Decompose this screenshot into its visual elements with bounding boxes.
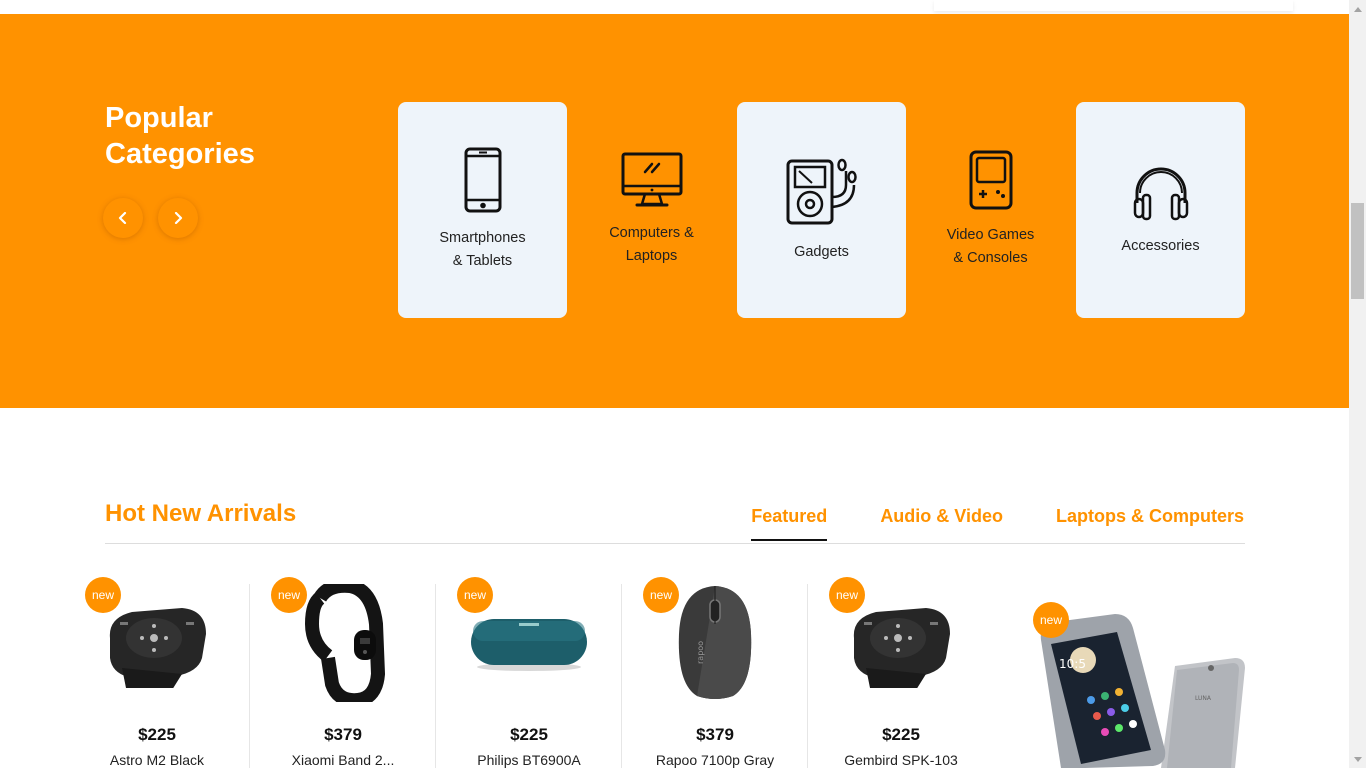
category-card-smartphones[interactable]: Smartphones & Tablets <box>398 102 567 318</box>
product-card[interactable]: new $225 Philips BT6900A <box>436 577 622 768</box>
new-badge: new <box>271 577 307 613</box>
headphones-icon <box>1133 167 1188 220</box>
featured-product[interactable]: new LUNA 10:5 <box>1025 600 1255 768</box>
product-price: $379 <box>696 725 734 744</box>
page: Popular Categories Smartphones & Tablets… <box>0 0 1366 768</box>
product-card[interactable]: new rapoo $379 Rapoo 7100p Gray <box>622 577 808 768</box>
svg-text:LUNA: LUNA <box>1195 695 1212 702</box>
chevron-right-icon <box>174 212 183 224</box>
prev-button[interactable] <box>103 198 143 238</box>
arrivals-tabs: Featured Audio & Video Laptops & Compute… <box>698 506 1244 541</box>
dropdown-panel-edge <box>934 0 1293 11</box>
category-label: Computers & Laptops <box>609 225 694 264</box>
svg-text:10:5: 10:5 <box>1059 657 1086 671</box>
category-label: Accessories <box>1121 237 1200 254</box>
product-price: $225 <box>882 725 920 744</box>
category-card-video-games[interactable]: Video Games & Consoles <box>906 102 1075 318</box>
product-name[interactable]: Philips BT6900A <box>436 752 622 768</box>
scroll-down-icon[interactable] <box>1349 751 1366 768</box>
product-price: $379 <box>324 725 362 744</box>
category-card-gadgets[interactable]: Gadgets <box>737 102 906 318</box>
product-name[interactable]: Rapoo 7100p Gray <box>622 752 808 768</box>
handheld-console-icon <box>969 150 1012 210</box>
svg-text:rapoo: rapoo <box>696 641 705 664</box>
product-name[interactable]: Xiaomi Band 2... <box>250 752 436 768</box>
category-card-accessories[interactable]: Accessories <box>1076 102 1245 318</box>
category-label: Video Games & Consoles <box>946 227 1035 266</box>
product-card[interactable]: new $225 Astro M2 Black <box>64 577 250 768</box>
tab-audio-video[interactable]: Audio & Video <box>880 506 1003 541</box>
new-badge: new <box>1033 602 1069 638</box>
product-name[interactable]: Astro M2 Black <box>64 752 250 768</box>
tabs-divider <box>105 543 1245 544</box>
product-price: $225 <box>510 725 548 744</box>
music-player-icon <box>786 158 857 224</box>
chevron-left-icon <box>118 212 127 224</box>
section-title: Popular Categories <box>105 102 255 170</box>
scroll-up-icon[interactable] <box>1349 0 1366 17</box>
scrollbar-track[interactable] <box>1349 0 1366 768</box>
new-badge: new <box>829 577 865 613</box>
new-badge: new <box>643 577 679 613</box>
tab-featured[interactable]: Featured <box>751 506 828 541</box>
product-card[interactable]: new $379 Xiaomi Band 2... <box>250 577 436 768</box>
monitor-icon <box>621 152 682 207</box>
product-price: $225 <box>138 725 176 744</box>
category-card-computers[interactable]: Computers & Laptops <box>567 102 736 318</box>
arrivals-title: Hot New Arrivals <box>105 500 297 527</box>
scrollbar-thumb[interactable] <box>1351 203 1364 299</box>
next-button[interactable] <box>158 198 198 238</box>
category-label: Gadgets <box>794 243 849 260</box>
category-label: Smartphones & Tablets <box>439 230 526 269</box>
product-name[interactable]: Gembird SPK-103 <box>808 752 994 768</box>
product-card[interactable]: new $225 Gembird SPK-103 <box>808 577 994 768</box>
new-badge: new <box>457 577 493 613</box>
tab-laptops-computers[interactable]: Laptops & Computers <box>1056 506 1244 541</box>
smartphone-icon <box>464 147 501 213</box>
new-badge: new <box>85 577 121 613</box>
product-row: new $225 Astro M2 Black new $379 Xiaomi … <box>64 577 994 768</box>
